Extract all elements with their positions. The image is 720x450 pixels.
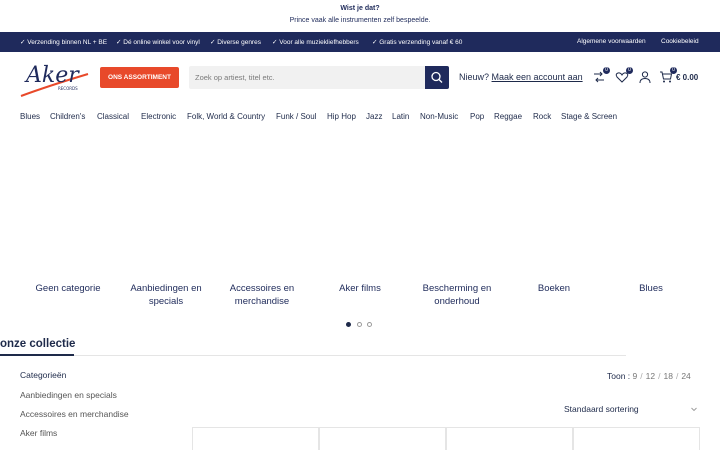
carousel-category[interactable]: Accessoires en merchandise [214, 282, 310, 308]
sort-select[interactable]: Standaard sortering [564, 404, 700, 416]
wishlist-button[interactable]: 0 [615, 67, 633, 84]
usp-item: ✓ Verzending binnen NL + BE [20, 39, 108, 46]
product-card[interactable] [573, 427, 700, 450]
account-prefix: Nieuw? [459, 72, 490, 82]
product-card[interactable] [446, 427, 573, 450]
carousel-category[interactable]: Aker films [312, 282, 408, 295]
per-page-label: Toon : [607, 371, 631, 381]
nav-item-folk[interactable]: Folk, World & Country [187, 112, 265, 121]
nav-item-hip-hop[interactable]: Hip Hop [327, 112, 356, 121]
usp-item: ✓ Dé online winkel voor vinyl [116, 39, 200, 46]
search-button[interactable] [425, 66, 449, 89]
terms-link[interactable]: Algemene voorwaarden [577, 38, 646, 45]
logo-wordmark: Aker [24, 63, 80, 88]
notice-bar: Wist je dat? Prince vaak alle instrument… [0, 0, 720, 32]
per-page-selector: Toon : 9/12/18/24 [607, 371, 691, 381]
sidebar-category-item[interactable]: Aanbiedingen en specials [20, 390, 117, 400]
carousel-dot[interactable] [346, 322, 351, 327]
per-page-option[interactable]: 24 [681, 371, 690, 381]
cookie-link[interactable]: Cookiebeleid [661, 38, 699, 45]
notice-text: Prince vaak alle instrumenten zelf bespe… [289, 17, 431, 24]
product-card[interactable] [192, 427, 319, 450]
per-page-option[interactable]: 12 [646, 371, 655, 381]
logo[interactable]: Aker RECORDS [18, 56, 93, 100]
usp-item: ✓ Voor alle muziekliefhebbers [272, 39, 359, 46]
compare-button[interactable]: 0 [592, 67, 610, 84]
nav-item-stage-screen[interactable]: Stage & Screen [561, 112, 617, 121]
sidebar-category-item[interactable]: Accessoires en merchandise [20, 409, 129, 419]
carousel-category[interactable]: Bescherming en onderhoud [409, 282, 505, 308]
sidebar-category-item[interactable]: Aker films [20, 428, 57, 438]
assortment-button[interactable]: ONS ASSORTIMENT [100, 67, 179, 88]
sort-value: Standaard sortering [564, 404, 639, 414]
carousel-dot[interactable] [357, 322, 362, 327]
usp-item: ✓ Gratis verzending vanaf € 60 [372, 39, 463, 46]
create-account-link[interactable]: Maak een account aan [492, 72, 583, 82]
nav-item-electronic[interactable]: Electronic [141, 112, 176, 121]
compare-count: 0 [603, 67, 610, 74]
notice-title: Wist je dat? [340, 5, 380, 12]
nav-item-rock[interactable]: Rock [533, 112, 551, 121]
search-icon [431, 71, 443, 83]
usp-bar: ✓ Verzending binnen NL + BE ✓ Dé online … [0, 32, 720, 52]
divider [74, 355, 626, 356]
nav-item-non-music[interactable]: Non-Music [420, 112, 458, 121]
nav-item-blues[interactable]: Blues [20, 112, 40, 121]
nav-item-funk-soul[interactable]: Funk / Soul [276, 112, 316, 121]
nav-item-pop[interactable]: Pop [470, 112, 484, 121]
search-input[interactable] [195, 66, 423, 89]
nav-item-childrens[interactable]: Children's [50, 112, 85, 121]
account-prompt: Nieuw? Maak een account aan [459, 72, 583, 82]
logo-subtitle: RECORDS [58, 86, 78, 91]
collection-title-underline [0, 354, 74, 356]
chevron-down-icon [691, 407, 697, 412]
search-bar [189, 66, 449, 89]
wishlist-count: 0 [626, 67, 633, 74]
product-card[interactable] [319, 427, 446, 450]
usp-item: ✓ Diverse genres [210, 39, 261, 46]
collection-title: onze collectie [0, 338, 76, 350]
per-page-option[interactable]: 9 [633, 371, 638, 381]
carousel-category[interactable]: Aanbiedingen en specials [118, 282, 214, 308]
carousel-category[interactable]: Boeken [506, 282, 602, 295]
carousel-dot[interactable] [367, 322, 372, 327]
nav-item-jazz[interactable]: Jazz [366, 112, 382, 121]
sidebar-title: Categorieën [20, 370, 67, 380]
cart-button[interactable]: 0 [659, 67, 677, 84]
user-icon [639, 71, 651, 84]
per-page-option[interactable]: 18 [663, 371, 672, 381]
nav-item-latin[interactable]: Latin [392, 112, 409, 121]
cart-total[interactable]: € 0.00 [676, 73, 698, 82]
carousel-category[interactable]: Blues [603, 282, 699, 295]
carousel-category[interactable]: Geen categorie [20, 282, 116, 295]
account-button[interactable] [638, 70, 652, 84]
nav-item-reggae[interactable]: Reggae [494, 112, 522, 121]
nav-item-classical[interactable]: Classical [97, 112, 129, 121]
